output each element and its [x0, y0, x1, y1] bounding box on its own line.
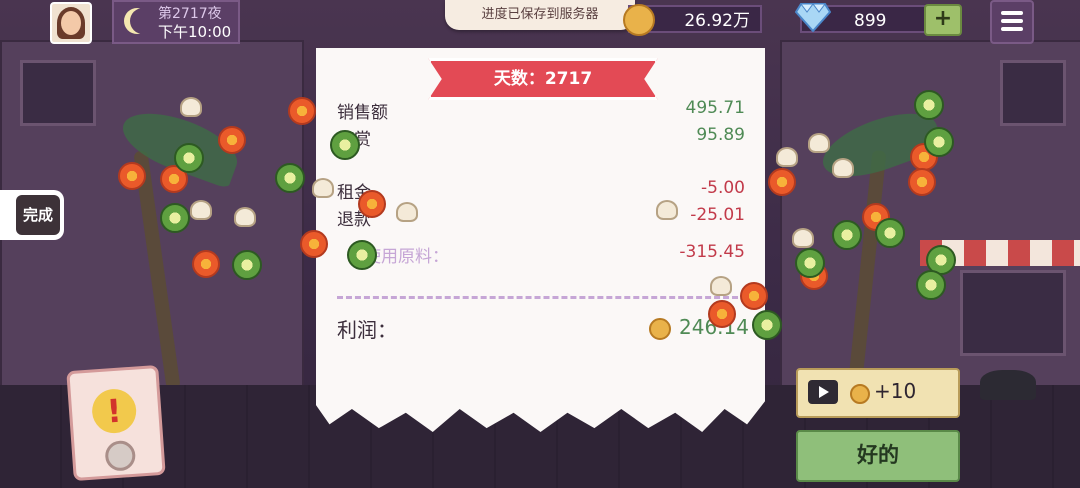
save-toast: 进度已保存到服务器: [445, 0, 635, 30]
day-ribbon: 天数：2717: [428, 58, 658, 100]
day-counter: 第2717夜: [158, 6, 222, 22]
garlic-clove: [396, 202, 418, 222]
gem-count: 899: [854, 11, 887, 31]
ingredients-value: -315.45: [679, 242, 745, 262]
tips-value: 95.89: [696, 125, 745, 145]
cat: [980, 370, 1036, 400]
pepper-slice: [174, 143, 204, 173]
alert-icon: !: [90, 387, 138, 435]
garlic-clove: [180, 97, 202, 117]
profit-label: 利润：: [337, 318, 397, 342]
garlic-clove: [190, 200, 212, 220]
window: [1000, 60, 1066, 126]
tomato-slice: [358, 190, 386, 218]
tomato-slice: [300, 230, 328, 258]
garlic-clove: [656, 200, 678, 220]
refund-value: -25.01: [690, 205, 745, 225]
window: [20, 60, 96, 126]
pepper-slice: [347, 240, 377, 270]
alert-dot: [104, 439, 137, 472]
tomato-slice: [218, 126, 246, 154]
garlic-clove: [312, 178, 334, 198]
garlic-clove: [832, 158, 854, 178]
coin-icon: [649, 318, 671, 340]
tomato-slice: [708, 300, 736, 328]
alert-card[interactable]: !: [66, 364, 166, 482]
tomato-slice: [288, 97, 316, 125]
tomato-slice: [118, 162, 146, 190]
pepper-slice: [875, 218, 905, 248]
pepper-slice: [160, 203, 190, 233]
sales-value: 495.71: [685, 98, 745, 118]
pepper-slice: [916, 270, 946, 300]
moon-icon: [130, 8, 156, 34]
play-icon: [808, 380, 838, 404]
menu-icon: [1001, 11, 1023, 15]
pepper-slice: [914, 90, 944, 120]
pepper-slice: [232, 250, 262, 280]
ad-reward-label: +10: [874, 379, 917, 403]
tomato-slice: [192, 250, 220, 278]
pepper-slice: [924, 127, 954, 157]
pepper-slice: [275, 163, 305, 193]
sales-label: 销售额: [337, 103, 388, 123]
garlic-clove: [776, 147, 798, 167]
divider: [337, 296, 747, 299]
watch-ad-button[interactable]: +10: [796, 368, 960, 418]
garlic-clove: [710, 276, 732, 296]
pepper-slice: [752, 310, 782, 340]
menu-button[interactable]: [990, 0, 1034, 44]
garlic-clove: [792, 228, 814, 248]
coin-icon: [850, 384, 870, 404]
tomato-slice: [768, 168, 796, 196]
add-gems-button[interactable]: +: [924, 4, 962, 36]
clock: 下午10:00: [158, 23, 232, 41]
rent-value: -5.00: [701, 178, 745, 198]
tomato-slice: [740, 282, 768, 310]
gem-icon: [795, 3, 831, 32]
tomato-slice: [908, 168, 936, 196]
done-label: 完成: [16, 195, 60, 235]
pepper-slice: [795, 248, 825, 278]
done-button[interactable]: 完成: [0, 190, 64, 240]
ok-button[interactable]: 好的: [796, 430, 960, 482]
pepper-slice: [832, 220, 862, 250]
garlic-clove: [808, 133, 830, 153]
garlic-clove: [234, 207, 256, 227]
window: [960, 270, 1066, 356]
day-time-panel: 第2717夜 下午10:00: [112, 0, 240, 44]
coin-icon: [623, 4, 655, 36]
pepper-slice: [330, 130, 360, 160]
player-avatar[interactable]: [50, 2, 92, 44]
